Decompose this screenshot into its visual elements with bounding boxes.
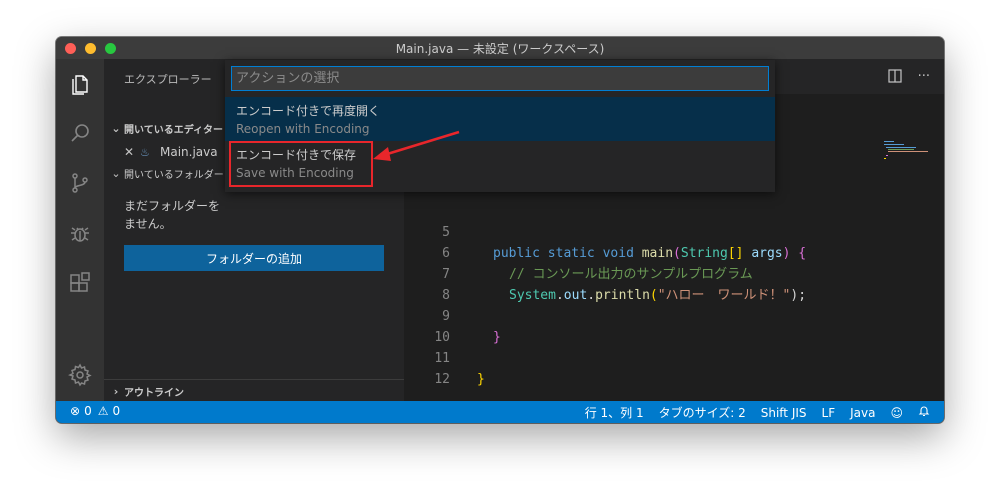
quick-pick-item-label: エンコード付きで保存 (236, 148, 357, 162)
editor-actions: ··· (887, 69, 930, 87)
code-line-6: 6 // コンソール出力のサンプルプログラム (404, 222, 944, 282)
maximize-window-button[interactable] (105, 43, 116, 54)
code-line-8: 8 (404, 264, 944, 303)
annotation-arrow-icon (373, 130, 460, 161)
add-folder-button[interactable]: フォルダーの追加 (124, 245, 384, 271)
quick-pick-item-reopen-with-encoding[interactable]: エンコード付きで再度開く Reopen with Encoding (225, 97, 775, 141)
code-line-9: 9 } (404, 285, 944, 345)
search-icon[interactable] (68, 121, 92, 145)
open-editor-filename: Main.java (160, 145, 218, 159)
line-number: 12 (434, 372, 450, 387)
files-icon[interactable] (68, 73, 92, 97)
close-icon[interactable]: ✕ (124, 145, 140, 159)
code-line-7: 7 System.out.println("ハロー ワールド！"); (404, 243, 944, 303)
quick-pick-input[interactable] (231, 66, 769, 91)
minimize-window-button[interactable] (85, 43, 96, 54)
encoding-selector[interactable]: Shift JIS (761, 406, 807, 420)
no-folder-message: まだフォルダーを ません。 (124, 199, 221, 231)
quick-pick-item-description: Save with Encoding (236, 166, 354, 180)
error-icon: ⊗ (70, 404, 81, 418)
quick-pick-item-label: エンコード付きで再度開く (236, 104, 381, 118)
feedback-smiley-icon[interactable]: ☺ (890, 406, 903, 420)
status-right-items: 行 1、列 1 タブのサイズ: 2 Shift JIS LF Java ☺ (585, 404, 930, 421)
quick-pick-item-save-with-encoding[interactable]: エンコード付きで保存 Save with Encoding (225, 141, 775, 185)
code-line-12: 12 (404, 348, 944, 387)
brace: } (477, 372, 485, 387)
error-count: 0 (84, 404, 92, 418)
eol-selector[interactable]: LF (822, 406, 836, 420)
language-selector[interactable]: Java (850, 406, 875, 420)
more-actions-icon[interactable]: ··· (918, 69, 930, 87)
sidebar-title: エクスプローラー (124, 73, 212, 86)
tab-size[interactable]: タブのサイズ: 2 (659, 404, 746, 421)
window-title: Main.java — 未設定 (ワークスペース) (395, 41, 605, 56)
open-editor-item[interactable]: ✕ ♨ Main.java (124, 143, 218, 161)
problems-indicator[interactable]: ⊗ 0 ⚠ 0 (70, 404, 120, 418)
title-bar: Main.java — 未設定 (ワークスペース) (56, 37, 944, 59)
outline-section: › アウトライン (104, 379, 404, 401)
quick-pick-dialog: エンコード付きで再度開く Reopen with Encoding エンコード付… (225, 60, 775, 192)
outline-header[interactable]: › アウトライン (104, 380, 404, 402)
code-line-11: 11 } (404, 327, 944, 387)
source-control-icon[interactable] (68, 171, 92, 195)
notifications-bell-icon[interactable] (918, 405, 930, 420)
close-window-button[interactable] (65, 43, 76, 54)
extensions-icon[interactable] (68, 271, 92, 295)
chevron-right-icon: › (113, 384, 119, 398)
warning-count: 0 (112, 404, 121, 418)
status-bar: ⊗ 0 ⚠ 0 行 1、列 1 タブのサイズ: 2 Shift JIS LF J… (56, 401, 944, 423)
activity-bar (56, 59, 104, 401)
java-file-icon: ♨ (140, 145, 150, 159)
warning-icon: ⚠ (97, 404, 109, 418)
cursor-position[interactable]: 行 1、列 1 (585, 404, 644, 421)
quick-pick-item-description: Reopen with Encoding (236, 122, 370, 136)
chevron-down-icon: ⌄ (111, 166, 121, 180)
minimap[interactable] (884, 141, 928, 159)
code-line-5: 5 public static void main(String[] args)… (404, 201, 944, 261)
code-line-10: 10 (404, 306, 944, 345)
debug-icon[interactable] (68, 221, 92, 245)
split-editor-icon[interactable] (887, 69, 902, 87)
code-editor[interactable]: 5 public static void main(String[] args)… (404, 201, 944, 387)
gear-icon[interactable] (68, 363, 92, 387)
chevron-down-icon: ⌄ (111, 121, 121, 135)
